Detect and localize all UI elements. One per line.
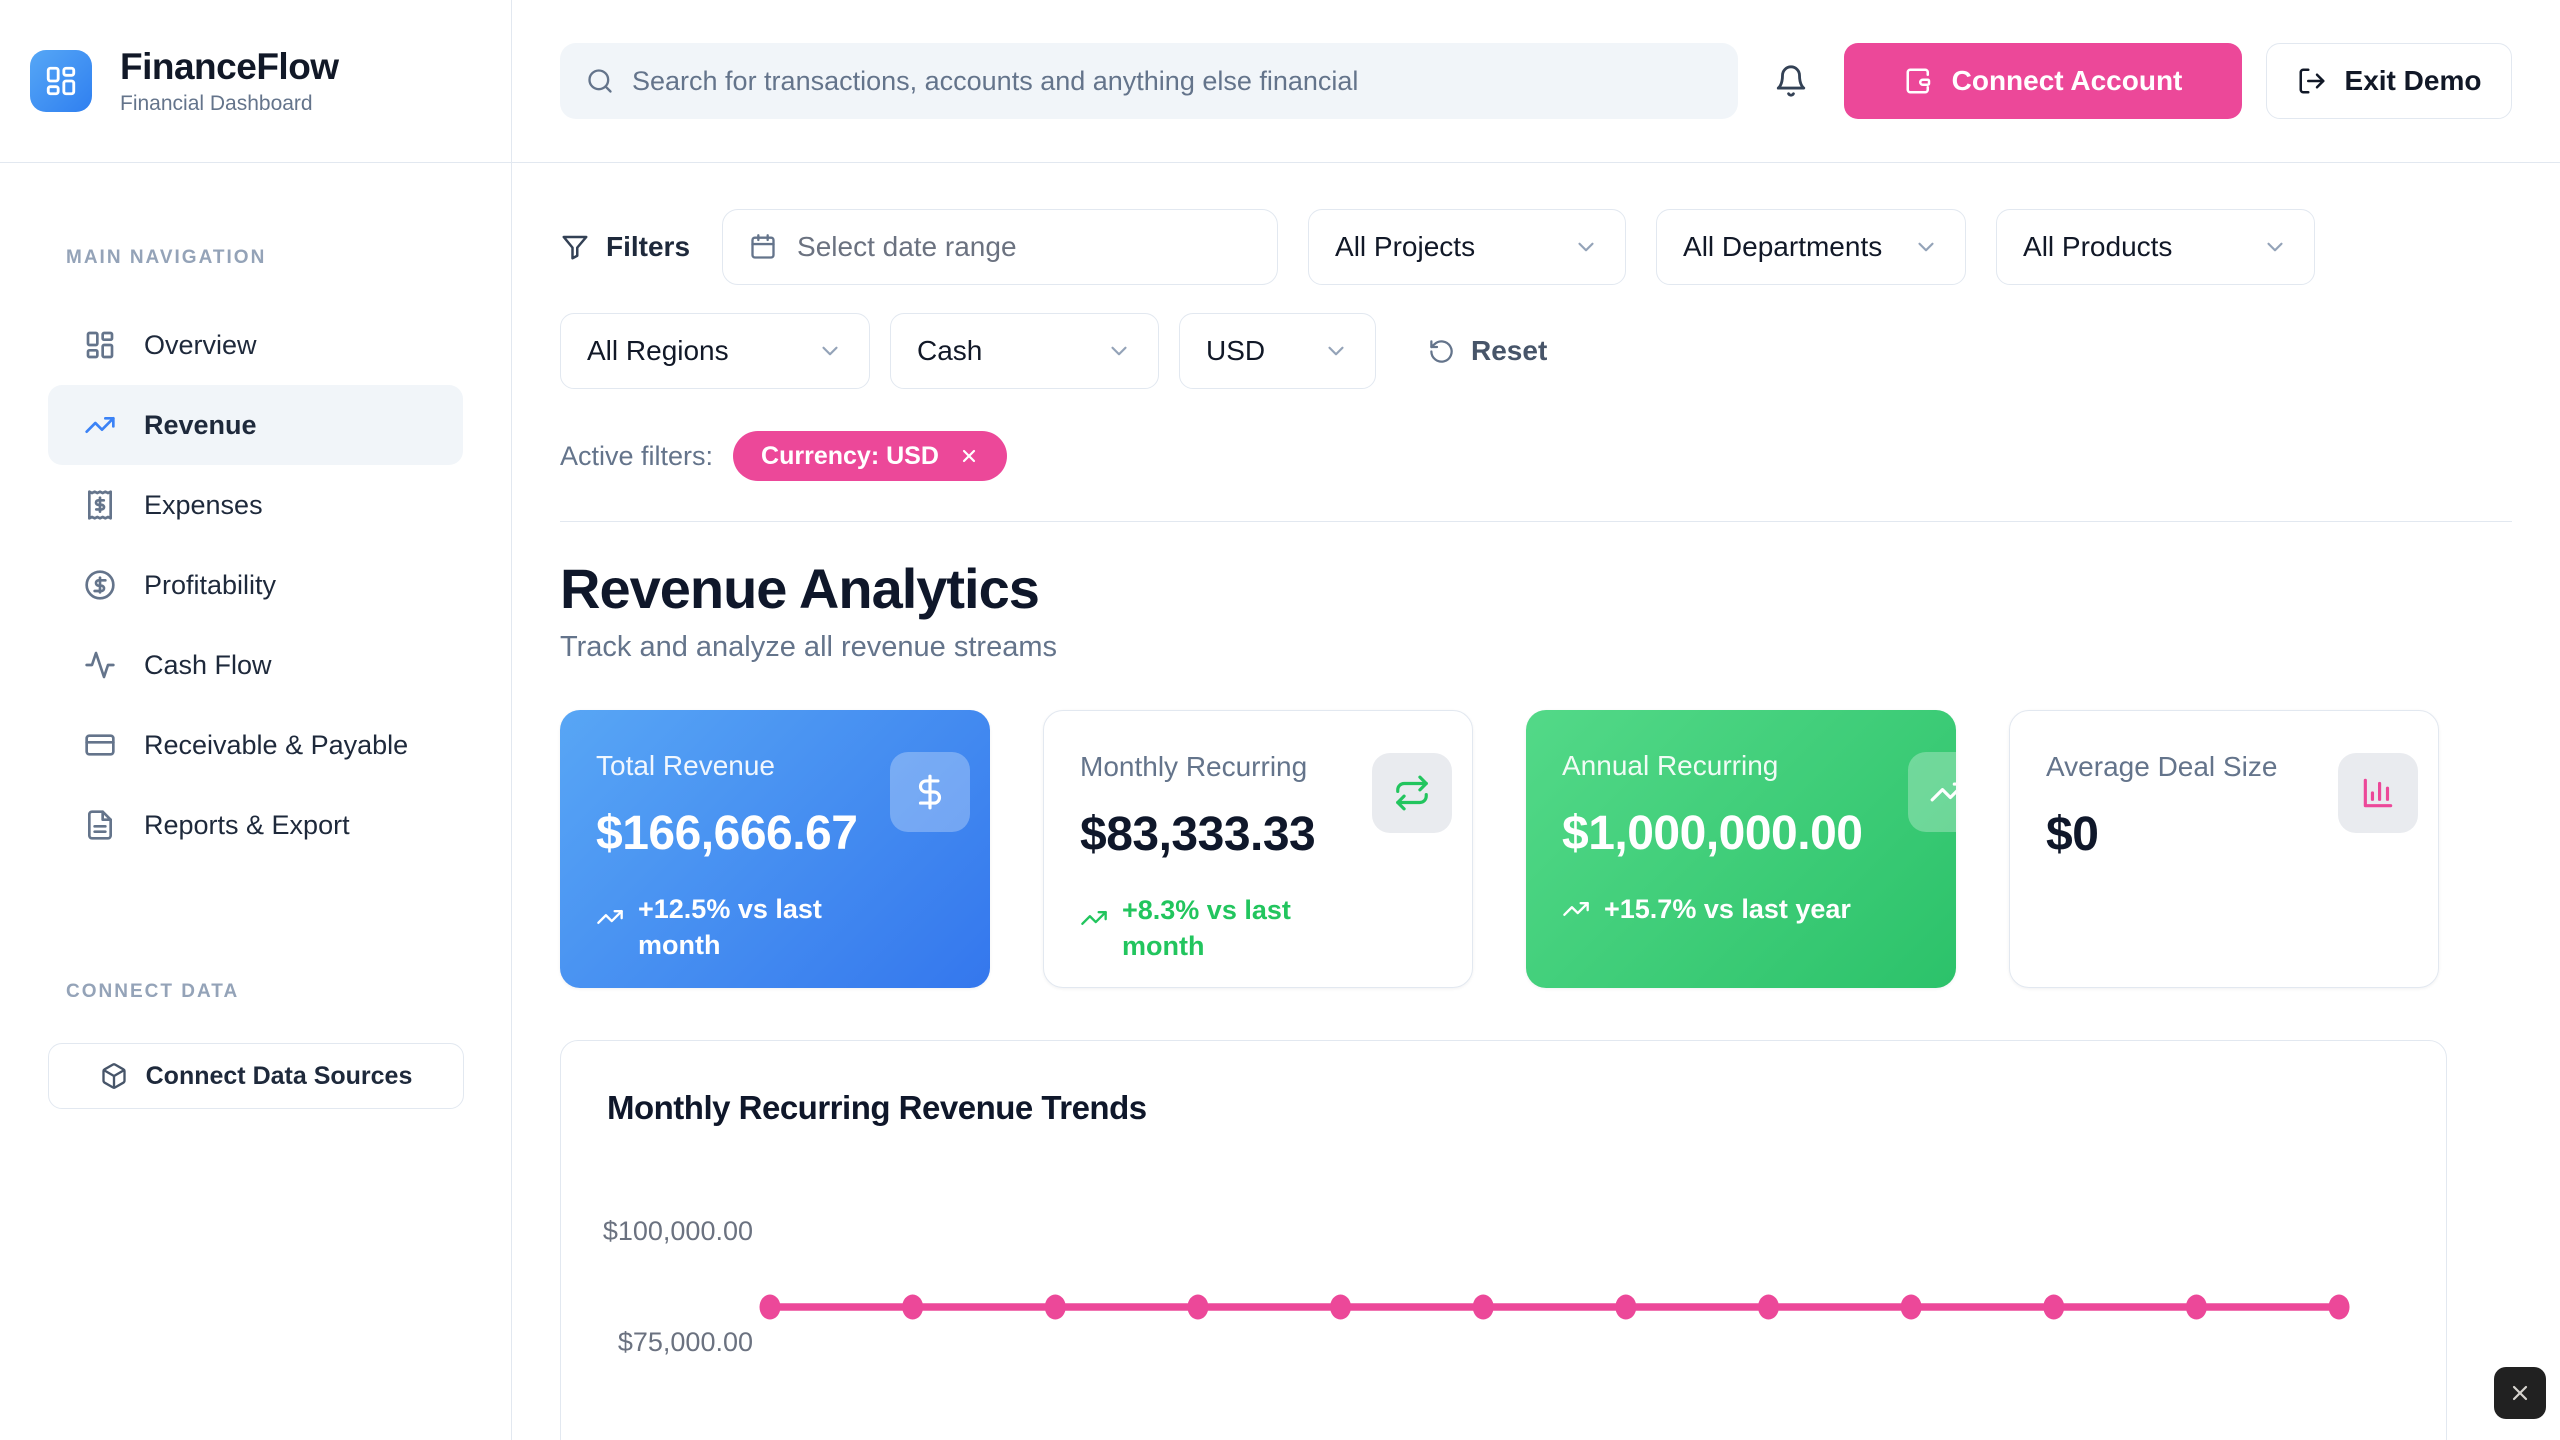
- sidebar-item-cash-flow[interactable]: Cash Flow: [48, 625, 463, 705]
- close-icon[interactable]: [959, 446, 979, 466]
- connect-account-button[interactable]: Connect Account: [1844, 43, 2242, 119]
- revenue-trend-chart-card: Monthly Recurring Revenue Trends $100,00…: [560, 1040, 2447, 1440]
- sidebar-item-reports-export[interactable]: Reports & Export: [48, 785, 463, 865]
- stat-card-total-revenue: Total Revenue $166,666.67 +12.5% vs last…: [560, 710, 990, 988]
- repeat-icon: [1372, 753, 1452, 833]
- stat-label: Annual Recurring: [1562, 750, 1920, 782]
- stat-cards-row: Total Revenue $166,666.67 +12.5% vs last…: [560, 710, 2512, 988]
- sidebar-item-profitability[interactable]: Profitability: [48, 545, 463, 625]
- filters-row-1: Filters All Projects All Departments All…: [560, 209, 2512, 285]
- sidebar: FinanceFlow Financial Dashboard MAIN NAV…: [0, 0, 512, 1440]
- search-icon: [586, 67, 614, 95]
- layout-grid-icon: [84, 329, 116, 361]
- file-text-icon: [84, 809, 116, 841]
- chevron-down-icon: [2262, 234, 2288, 260]
- activity-icon: [84, 649, 116, 681]
- stat-change: +15.7% vs last year: [1562, 891, 1920, 927]
- sidebar-item-label: Overview: [144, 330, 257, 361]
- stat-change: +8.3% vs last month: [1080, 892, 1436, 965]
- sidebar-item-overview[interactable]: Overview: [48, 305, 463, 385]
- active-filters-label: Active filters:: [560, 441, 713, 472]
- brand-tagline: Financial Dashboard: [120, 92, 339, 116]
- dollar-sign-icon: [890, 752, 970, 832]
- filters-label: Filters: [560, 231, 690, 263]
- stat-card-average-deal-size: Average Deal Size $0: [2009, 710, 2439, 988]
- stat-change: +12.5% vs last month: [596, 891, 954, 964]
- sidebar-item-label: Profitability: [144, 570, 276, 601]
- page-subtitle: Track and analyze all revenue streams: [560, 631, 2512, 664]
- connect-data-sources-button[interactable]: Connect Data Sources: [48, 1043, 464, 1109]
- bar-chart-icon: [2338, 753, 2418, 833]
- payment-type-select[interactable]: Cash: [890, 313, 1159, 389]
- sidebar-item-label: Reports & Export: [144, 810, 350, 841]
- sidebar-item-receivable-payable[interactable]: Receivable & Payable: [48, 705, 463, 785]
- rotate-ccw-icon: [1428, 338, 1455, 365]
- sidebar-item-label: Receivable & Payable: [144, 730, 408, 761]
- trending-up-icon: [1562, 895, 1590, 923]
- regions-select[interactable]: All Regions: [560, 313, 870, 389]
- stat-value: $1,000,000.00: [1562, 806, 1920, 861]
- brand-name: FinanceFlow: [120, 46, 339, 88]
- connect-data-sources-label: Connect Data Sources: [146, 1062, 413, 1091]
- circle-dollar-icon: [84, 569, 116, 601]
- currency-select[interactable]: USD: [1179, 313, 1376, 389]
- overlay-close-button[interactable]: [2494, 1367, 2546, 1419]
- app-logo-icon: [30, 50, 92, 112]
- chevron-down-icon: [817, 338, 843, 364]
- receipt-icon: [84, 489, 116, 521]
- nav-section-label: MAIN NAVIGATION: [66, 247, 511, 269]
- exit-demo-label: Exit Demo: [2345, 65, 2482, 97]
- section-divider: [560, 521, 2512, 522]
- trending-up-icon: [1080, 904, 1108, 932]
- sidebar-item-label: Cash Flow: [144, 650, 272, 681]
- date-range-field[interactable]: [797, 231, 1251, 263]
- trending-up-icon: [596, 903, 624, 931]
- global-search: [560, 43, 1738, 119]
- log-out-icon: [2297, 66, 2327, 96]
- stat-card-annual-recurring: Annual Recurring $1,000,000.00 +15.7% vs…: [1526, 710, 1956, 988]
- funnel-icon: [560, 232, 590, 262]
- top-header: Connect Account Exit Demo: [512, 0, 2560, 163]
- sidebar-item-label: Expenses: [144, 490, 263, 521]
- page-title: Revenue Analytics: [560, 556, 2512, 621]
- date-range-input[interactable]: [722, 209, 1278, 285]
- chevron-down-icon: [1573, 234, 1599, 260]
- exit-demo-button[interactable]: Exit Demo: [2266, 43, 2512, 119]
- search-input[interactable]: [632, 66, 1712, 97]
- close-icon: [2508, 1381, 2532, 1405]
- chevron-down-icon: [1106, 338, 1132, 364]
- reset-filters-button[interactable]: Reset: [1428, 335, 1547, 367]
- sidebar-item-label: Revenue: [144, 410, 257, 441]
- sidebar-item-revenue[interactable]: Revenue: [48, 385, 463, 465]
- connect-account-label: Connect Account: [1952, 65, 2183, 97]
- currency-filter-chip[interactable]: Currency: USD: [733, 431, 1007, 481]
- filters-row-2: All Regions Cash USD Reset: [560, 313, 2512, 389]
- sidebar-item-expenses[interactable]: Expenses: [48, 465, 463, 545]
- chevron-down-icon: [1323, 338, 1349, 364]
- revenue-trend-svg: [561, 1041, 2446, 1440]
- departments-select[interactable]: All Departments: [1656, 209, 1966, 285]
- credit-card-icon: [84, 729, 116, 761]
- stat-card-monthly-recurring: Monthly Recurring $83,333.33 +8.3% vs la…: [1043, 710, 1473, 988]
- products-select[interactable]: All Products: [1996, 209, 2315, 285]
- main-content: Filters All Projects All Departments All…: [512, 209, 2560, 1440]
- wallet-icon: [1904, 66, 1934, 96]
- trending-up-icon: [84, 409, 116, 441]
- chevron-down-icon: [1913, 234, 1939, 260]
- notifications-button[interactable]: [1738, 64, 1844, 98]
- projects-select[interactable]: All Projects: [1308, 209, 1626, 285]
- trending-up-icon: [1908, 752, 1956, 832]
- bell-icon: [1774, 64, 1808, 98]
- main-navigation: Overview Revenue Expenses Profitability …: [0, 305, 511, 865]
- active-filters-row: Active filters: Currency: USD: [560, 431, 2512, 481]
- brand-header: FinanceFlow Financial Dashboard: [0, 0, 511, 163]
- connect-data-section-label: CONNECT DATA: [66, 981, 511, 1003]
- calendar-icon: [749, 233, 777, 261]
- cube-icon: [100, 1062, 128, 1090]
